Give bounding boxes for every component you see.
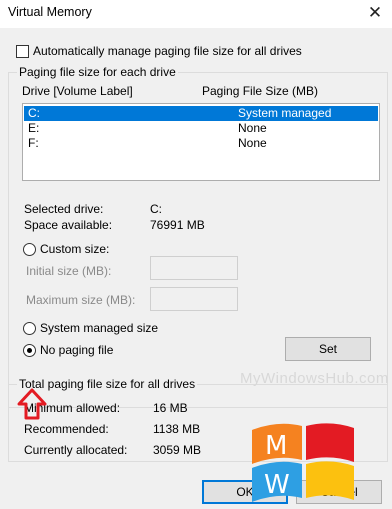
no-paging-label: No paging file — [40, 343, 114, 357]
drive-letter: E: — [28, 121, 40, 135]
red-arrow-icon — [17, 388, 47, 420]
drive-size: System managed — [238, 106, 332, 120]
minimum-allowed-value: 16 MB — [153, 401, 188, 415]
paging-file-group: Paging file size for each drive Drive [V… — [8, 65, 388, 408]
currently-allocated-label: Currently allocated: — [24, 443, 128, 457]
drive-row-e[interactable]: E: None — [24, 121, 378, 136]
recommended-label: Recommended: — [24, 422, 109, 436]
drive-column-header: Drive [Volume Label] — [22, 84, 133, 98]
currently-allocated-value: 3059 MB — [153, 443, 202, 457]
system-managed-radio[interactable]: System managed size — [23, 321, 158, 335]
drive-size: None — [238, 121, 267, 135]
selected-drive-value: C: — [150, 202, 162, 216]
drive-size: None — [238, 136, 267, 150]
logo-letter-m: M — [265, 431, 287, 461]
paging-group-title: Paging file size for each drive — [17, 65, 178, 79]
no-paging-file-radio[interactable]: No paging file — [23, 343, 113, 357]
drive-letter: C: — [28, 106, 40, 120]
checkbox-box[interactable] — [16, 44, 29, 58]
initial-size-input[interactable] — [150, 256, 238, 280]
auto-manage-checkbox[interactable]: Automatically manage paging file size fo… — [16, 44, 302, 58]
maximum-size-label: Maximum size (MB): — [26, 293, 136, 307]
custom-size-radio[interactable]: Custom size: — [23, 242, 109, 256]
close-icon[interactable]: ✕ — [364, 2, 386, 24]
set-button[interactable]: Set — [285, 337, 371, 361]
radio-circle[interactable] — [23, 242, 36, 256]
drives-list[interactable]: C: System managed E: None F: None — [22, 103, 380, 181]
size-column-header: Paging File Size (MB) — [202, 84, 319, 98]
watermark-text: MyWindowsHub.com — [240, 370, 389, 387]
radio-circle[interactable] — [23, 321, 36, 335]
space-available-label: Space available: — [24, 218, 113, 232]
drive-row-f[interactable]: F: None — [24, 136, 378, 151]
watermark-logo-icon: M W — [252, 423, 354, 502]
maximum-size-input[interactable] — [150, 287, 238, 311]
drive-letter: F: — [28, 136, 39, 150]
space-available-value: 76991 MB — [150, 218, 205, 232]
recommended-value: 1138 MB — [153, 422, 201, 436]
window-title: Virtual Memory — [8, 5, 92, 19]
selected-drive-label: Selected drive: — [24, 202, 104, 216]
custom-size-label: Custom size: — [40, 242, 110, 256]
drive-row-c[interactable]: C: System managed — [24, 106, 378, 121]
system-managed-label: System managed size — [40, 321, 159, 335]
radio-circle[interactable] — [23, 343, 36, 357]
auto-manage-label: Automatically manage paging file size fo… — [33, 44, 302, 58]
dialog-body: Automatically manage paging file size fo… — [0, 28, 392, 509]
title-bar: Virtual Memory ✕ — [0, 0, 392, 26]
logo-letter-w: W — [264, 470, 290, 500]
initial-size-label: Initial size (MB): — [26, 264, 112, 278]
